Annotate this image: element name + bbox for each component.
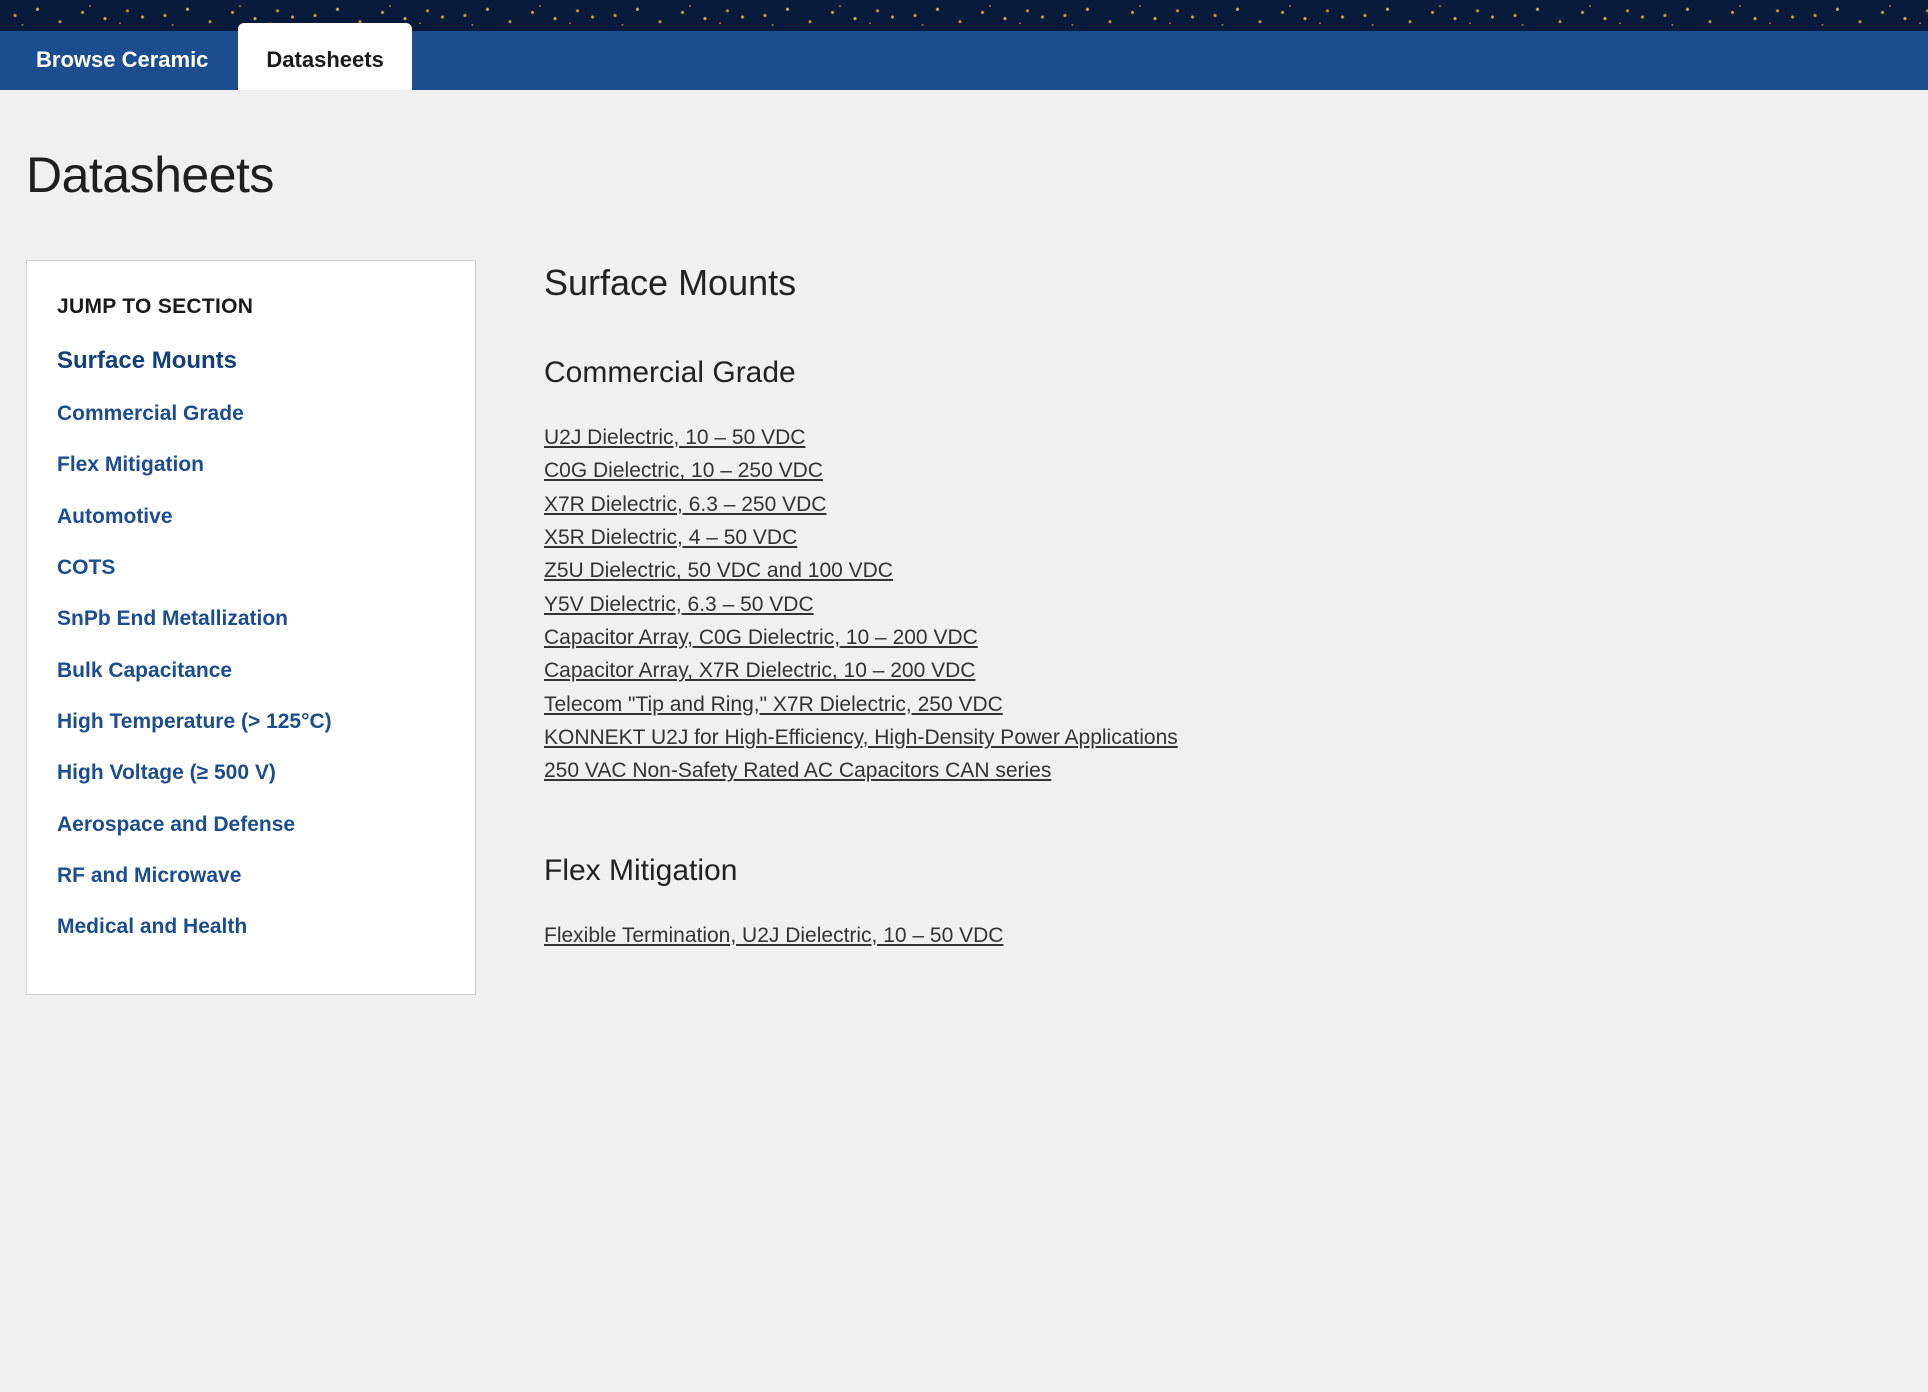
- datasheet-link[interactable]: 250 VAC Non-Safety Rated AC Capacitors C…: [544, 757, 1902, 785]
- sidebar-title: JUMP TO SECTION: [57, 295, 445, 319]
- subsection-heading-flex-mitigation: Flex Mitigation: [544, 854, 1902, 888]
- page-title: Datasheets: [26, 90, 1902, 260]
- section-heading-surface-mounts: Surface Mounts: [544, 262, 1902, 304]
- layout-row: JUMP TO SECTION Surface Mounts Commercia…: [26, 260, 1902, 995]
- jump-link-automotive[interactable]: Automotive: [57, 503, 445, 530]
- jump-link-surface-mounts[interactable]: Surface Mounts: [57, 345, 445, 376]
- datasheet-link[interactable]: Y5V Dielectric, 6.3 – 50 VDC: [544, 591, 1902, 619]
- datasheet-link[interactable]: Telecom "Tip and Ring," X7R Dielectric, …: [544, 691, 1902, 719]
- datasheet-link[interactable]: C0G Dielectric, 10 – 250 VDC: [544, 457, 1902, 485]
- datasheet-link[interactable]: U2J Dielectric, 10 – 50 VDC: [544, 424, 1902, 452]
- subsection-heading-commercial-grade: Commercial Grade: [544, 356, 1902, 390]
- jump-link-cots[interactable]: COTS: [57, 554, 445, 581]
- tab-bar: Browse Ceramic Datasheets: [0, 31, 1928, 90]
- datasheet-link[interactable]: Capacitor Array, C0G Dielectric, 10 – 20…: [544, 624, 1902, 652]
- tab-datasheets[interactable]: Datasheets: [238, 23, 411, 90]
- jump-link-snpb[interactable]: SnPb End Metallization: [57, 605, 445, 632]
- jump-sidebar: JUMP TO SECTION Surface Mounts Commercia…: [26, 260, 476, 995]
- jump-link-rf-microwave[interactable]: RF and Microwave: [57, 862, 445, 889]
- datasheet-link[interactable]: KONNEKT U2J for High-Efficiency, High-De…: [544, 724, 1902, 752]
- page-body: Datasheets JUMP TO SECTION Surface Mount…: [0, 90, 1928, 1035]
- content-main: Surface Mounts Commercial Grade U2J Diel…: [544, 260, 1902, 955]
- jump-link-high-temperature[interactable]: High Temperature (> 125°C): [57, 708, 445, 735]
- jump-link-commercial-grade[interactable]: Commercial Grade: [57, 400, 445, 427]
- jump-link-bulk-capacitance[interactable]: Bulk Capacitance: [57, 657, 445, 684]
- tab-browse-ceramic[interactable]: Browse Ceramic: [0, 31, 238, 90]
- jump-link-high-voltage[interactable]: High Voltage (≥ 500 V): [57, 759, 445, 786]
- datasheet-link[interactable]: X7R Dielectric, 6.3 – 250 VDC: [544, 491, 1902, 519]
- jump-link-flex-mitigation[interactable]: Flex Mitigation: [57, 451, 445, 478]
- datasheet-link[interactable]: X5R Dielectric, 4 – 50 VDC: [544, 524, 1902, 552]
- datasheet-link[interactable]: Z5U Dielectric, 50 VDC and 100 VDC: [544, 557, 1902, 585]
- jump-link-aerospace-defense[interactable]: Aerospace and Defense: [57, 811, 445, 838]
- jump-link-medical-health[interactable]: Medical and Health: [57, 913, 445, 940]
- datasheet-link[interactable]: Capacitor Array, X7R Dielectric, 10 – 20…: [544, 657, 1902, 685]
- datasheet-link[interactable]: Flexible Termination, U2J Dielectric, 10…: [544, 922, 1902, 950]
